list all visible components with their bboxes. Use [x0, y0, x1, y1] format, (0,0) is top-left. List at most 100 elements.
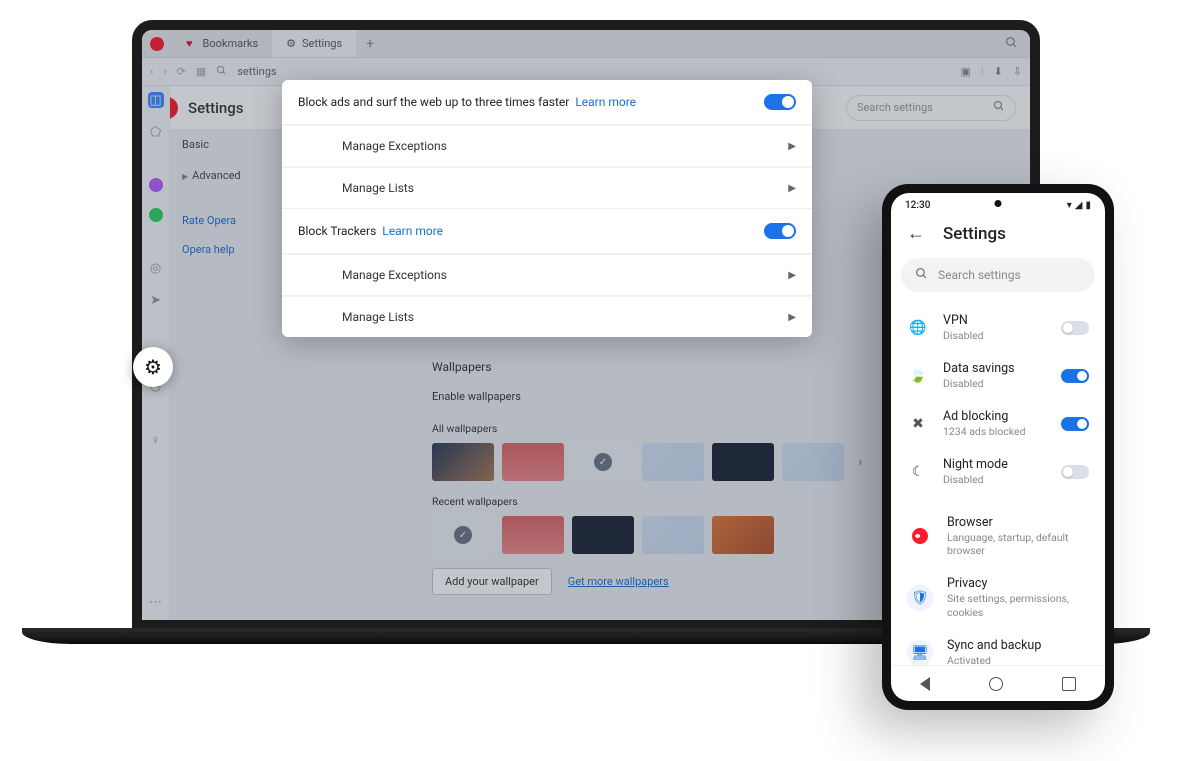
trackers-manage-lists-row[interactable]: Manage Lists ▶ [282, 296, 812, 337]
settings-modal: Block ads and surf the web up to three t… [282, 80, 812, 337]
manage-exceptions-label: Manage Exceptions [342, 139, 447, 153]
search-icon [915, 267, 928, 283]
setting-sync[interactable]: 🖥 Sync and backupActivated [891, 629, 1105, 665]
tab-strip: ♥ Bookmarks ⚙ Settings + [142, 30, 1030, 58]
tab-settings-label: Settings [302, 37, 342, 50]
tab-bookmarks[interactable]: ♥ Bookmarks [172, 30, 272, 57]
setting-browser[interactable]: BrowserLanguage, startup, default browse… [891, 506, 1105, 568]
ads-manage-lists-row[interactable]: Manage Lists ▶ [282, 167, 812, 209]
block-trackers-learn-more-link[interactable]: Learn more [382, 224, 443, 238]
apps-icon[interactable]: ▦ [196, 65, 206, 78]
block-trackers-label: Block Trackers [298, 224, 376, 238]
tab-search-icon[interactable] [993, 36, 1030, 52]
sidenav-basic[interactable]: Basic [182, 138, 241, 151]
enable-wallpapers-label: Enable wallpapers [432, 390, 521, 403]
sidenav-help-link[interactable]: Opera help [182, 243, 241, 256]
settings-sidenav: Basic Advanced Rate Opera Opera help [182, 138, 241, 272]
setting-ad-blocking[interactable]: ✖ Ad blocking1234 ads blocked [891, 400, 1105, 448]
search-settings-input[interactable]: Search settings [846, 95, 1016, 121]
phone-header: ← Settings [891, 217, 1105, 258]
search-settings-placeholder: Search settings [857, 101, 933, 114]
tab-bookmarks-label: Bookmarks [203, 37, 259, 50]
setting-data-savings[interactable]: 🍃 Data savingsDisabled [891, 352, 1105, 400]
opera-icon [907, 523, 933, 549]
page-title: Settings [188, 99, 244, 117]
chevron-right-icon: ▶ [788, 270, 796, 281]
check-icon: ✓ [594, 453, 612, 471]
data-savings-toggle[interactable] [1061, 369, 1089, 383]
android-recent-icon[interactable] [1062, 677, 1076, 691]
block-ads-row: Block ads and surf the web up to three t… [282, 80, 812, 125]
sync-icon: 🖥 [907, 640, 933, 665]
phone-screen: 12:30 ▾ ◢ ▮ ← Settings Search settings 🌐… [891, 193, 1105, 701]
new-tab-button[interactable]: + [356, 36, 384, 52]
rail-more-icon[interactable]: ⋯ [148, 594, 164, 610]
wallpaper-thumb[interactable] [642, 516, 704, 554]
block-trackers-row: Block Trackers Learn more [282, 209, 812, 254]
camera-icon[interactable]: ▣ [960, 65, 970, 78]
rail-flow-icon[interactable]: ◎ [148, 260, 164, 276]
chevron-right-icon: ▶ [788, 183, 796, 194]
rail-home-icon[interactable]: ◫ [148, 92, 164, 108]
ad-blocking-toggle[interactable] [1061, 417, 1089, 431]
wallpaper-thumb[interactable] [712, 516, 774, 554]
back-icon[interactable]: ‹ [150, 65, 153, 78]
phone-settings-list: 🌐 VPNDisabled 🍃 Data savingsDisabled ✖ A… [891, 304, 1105, 665]
gear-icon: ⚙ [144, 355, 162, 379]
status-time: 12:30 [905, 200, 930, 211]
setting-vpn[interactable]: 🌐 VPNDisabled [891, 304, 1105, 352]
manage-lists-label: Manage Lists [342, 310, 414, 324]
download-icon[interactable]: ⬇ [994, 65, 1003, 78]
wallpaper-thumb[interactable] [432, 443, 494, 481]
camera-hole [995, 200, 1002, 207]
trackers-manage-exceptions-row[interactable]: Manage Exceptions ▶ [282, 254, 812, 296]
rail-pin-icon[interactable]: ♀ [148, 432, 164, 448]
vpn-toggle[interactable] [1061, 321, 1089, 335]
rail-whatsapp-icon[interactable] [149, 208, 163, 222]
get-more-wallpapers-link[interactable]: Get more wallpapers [568, 575, 669, 588]
block-trackers-toggle[interactable] [764, 223, 796, 239]
add-wallpaper-button[interactable]: Add your wallpaper [432, 568, 552, 595]
wallpaper-thumb[interactable] [572, 516, 634, 554]
sidenav-rate-link[interactable]: Rate Opera [182, 214, 241, 227]
back-button[interactable]: ← [907, 223, 925, 244]
search-icon [993, 100, 1005, 115]
phone-title: Settings [943, 224, 1006, 244]
wallpaper-thumb[interactable] [782, 443, 844, 481]
forward-icon[interactable]: › [163, 65, 166, 78]
android-home-icon[interactable] [989, 677, 1003, 691]
setting-privacy[interactable]: 🛡 PrivacySite settings, permissions, coo… [891, 567, 1105, 629]
wallpaper-thumb[interactable] [642, 443, 704, 481]
rail-speeddial-icon[interactable]: ⬠ [148, 124, 164, 140]
scroll-right-icon[interactable]: › [852, 454, 868, 470]
wallpaper-thumb[interactable] [712, 443, 774, 481]
save-icon[interactable]: ⇩ [1013, 65, 1022, 78]
manage-exceptions-label: Manage Exceptions [342, 268, 447, 282]
wallpaper-thumb-selected[interactable]: ✓ [432, 516, 494, 554]
phone-nav-bar [891, 665, 1105, 701]
floating-settings-button[interactable]: ⚙ [133, 347, 173, 387]
heart-icon: ♥ [186, 37, 193, 50]
block-ads-learn-more-link[interactable]: Learn more [575, 95, 636, 109]
wallpaper-thumb[interactable] [502, 516, 564, 554]
ads-manage-exceptions-row[interactable]: Manage Exceptions ▶ [282, 125, 812, 167]
rail-send-icon[interactable]: ➤ [148, 292, 164, 308]
android-back-icon[interactable] [920, 677, 930, 691]
setting-night-mode[interactable]: ☾ Night modeDisabled [891, 448, 1105, 496]
rail-messenger-icon[interactable] [149, 178, 163, 192]
sidenav-advanced[interactable]: Advanced [182, 169, 241, 182]
battery-icon: ▮ [1085, 200, 1091, 211]
manage-lists-label: Manage Lists [342, 181, 414, 195]
phone-search-input[interactable]: Search settings [901, 258, 1095, 292]
wallpaper-thumb[interactable] [502, 443, 564, 481]
reload-icon[interactable]: ⟳ [177, 65, 186, 78]
chevron-right-icon: ▶ [788, 141, 796, 152]
wifi-icon: ▾ [1067, 200, 1072, 211]
night-mode-toggle[interactable] [1061, 465, 1089, 479]
block-ads-toggle[interactable] [764, 94, 796, 110]
tab-settings[interactable]: ⚙ Settings [272, 30, 356, 57]
signal-icon: ◢ [1075, 200, 1083, 211]
wallpaper-thumb-selected[interactable]: ✓ [572, 443, 634, 481]
address-text[interactable]: settings [237, 65, 276, 78]
moon-icon: ☾ [907, 461, 929, 483]
